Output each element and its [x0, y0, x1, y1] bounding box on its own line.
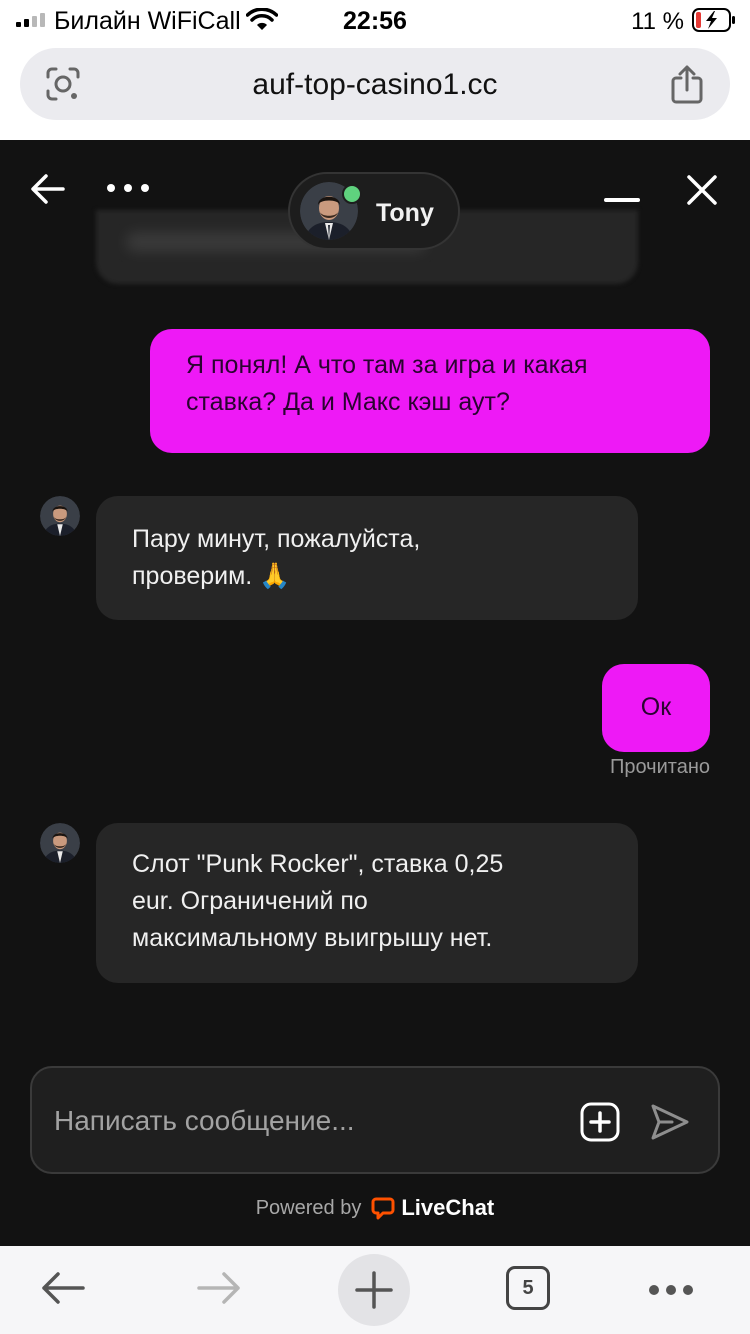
powered-by-label: Powered by [255, 1196, 362, 1219]
livechat-logo-icon [371, 1197, 395, 1220]
message-line: Ок [640, 693, 672, 721]
tabs-button[interactable]: 5 [506, 1266, 550, 1310]
battery-charging-icon [692, 8, 735, 32]
livechat-brand-name: LiveChat [401, 1195, 495, 1220]
online-status-dot [342, 184, 362, 204]
status-bar: Билайн WiFiCall 22:56 11 % [0, 0, 750, 40]
message-line: eur. Ограничений по [132, 887, 368, 915]
arrow-left-icon[interactable] [30, 173, 66, 205]
agent-message: Пару минут, пожалуйста, проверим. 🙏 [96, 496, 638, 620]
more-icon[interactable] [648, 1284, 694, 1296]
arrow-left-icon[interactable] [40, 1270, 86, 1306]
read-receipt: Прочитано [610, 756, 710, 778]
agent-avatar-small [40, 823, 80, 863]
message-line: ставка? Да и Макс кэш аут? [186, 388, 510, 416]
attach-plus-icon[interactable] [580, 1102, 620, 1142]
url-text[interactable]: auf-top-casino1.cc [20, 68, 730, 102]
new-tab-button[interactable] [338, 1254, 410, 1326]
message-line: Пару минут, пожалуйста, [132, 525, 421, 553]
browser-toolbar: 5 [0, 1246, 750, 1334]
agent-message: Слот "Punk Rocker", ставка 0,25 eur. Огр… [96, 823, 638, 983]
message-input[interactable] [52, 1098, 576, 1144]
visitor-message: Я понял! А что там за игра и какая ставк… [150, 329, 710, 453]
message-composer [30, 1066, 720, 1174]
agent-info: Tony [288, 172, 460, 250]
agent-name: Tony [376, 199, 434, 227]
more-options-icon[interactable] [106, 183, 150, 193]
powered-by: Powered by LiveChat [0, 1195, 750, 1221]
message-line: проверим. 🙏 [132, 562, 291, 590]
message-line: Слот "Punk Rocker", ставка 0,25 [132, 850, 504, 878]
chat-widget: Tony Я понял! А что там за игра и какая … [0, 140, 750, 1246]
arrow-right-icon[interactable] [196, 1270, 242, 1306]
minimize-icon[interactable] [604, 198, 640, 202]
chat-header: Tony [0, 140, 750, 260]
send-icon[interactable] [650, 1102, 690, 1142]
close-icon[interactable] [686, 174, 718, 206]
battery-percent: 11 % [631, 8, 684, 35]
share-icon[interactable] [670, 64, 704, 104]
plus-icon [355, 1271, 393, 1309]
message-line: максимальному выигрышу нет. [132, 924, 493, 952]
agent-avatar-small [40, 496, 80, 536]
url-bar[interactable]: auf-top-casino1.cc [20, 48, 730, 120]
visitor-message: Ок [602, 664, 710, 752]
message-line: Я понял! А что там за игра и какая [186, 351, 588, 379]
livechat-brand[interactable]: LiveChat [371, 1195, 494, 1221]
